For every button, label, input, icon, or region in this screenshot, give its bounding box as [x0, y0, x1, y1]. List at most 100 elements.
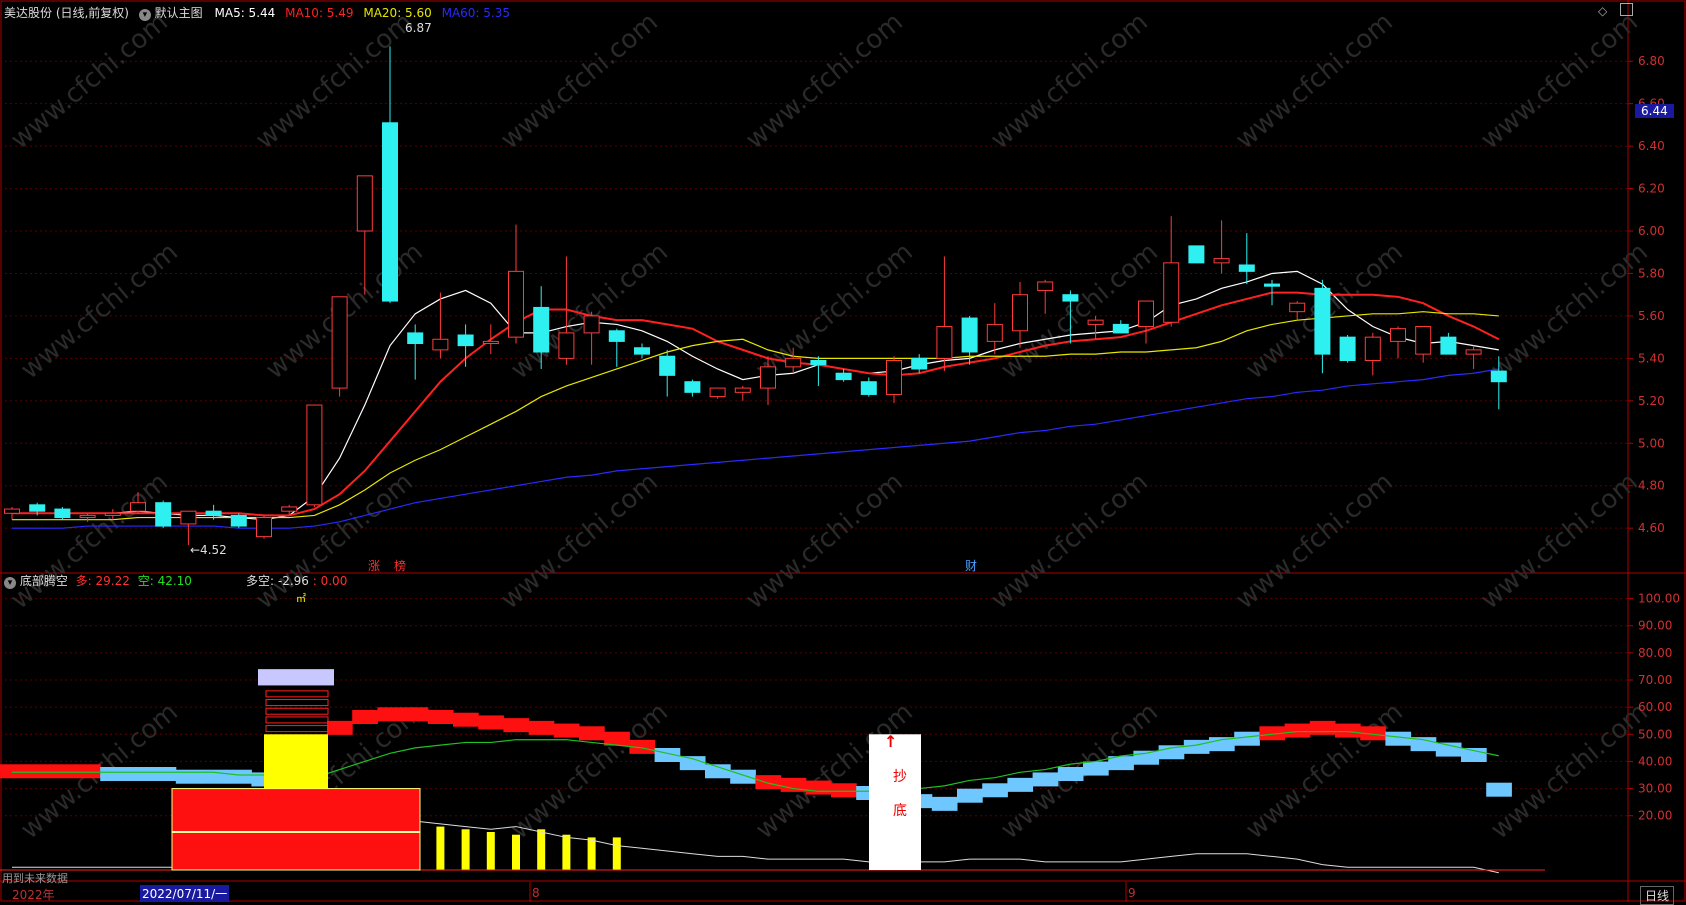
chevron-down-icon[interactable]: ▾ [4, 577, 16, 589]
candle-body[interactable] [1364, 336, 1381, 361]
candle-body[interactable] [1037, 281, 1054, 291]
main-chart-label[interactable]: 默认主图 [155, 6, 203, 20]
candle-body[interactable] [558, 332, 575, 359]
candle-body[interactable] [986, 323, 1003, 342]
ma10-label: MA10: 5.49 [285, 6, 354, 20]
candle-body[interactable] [659, 355, 676, 376]
candle-body[interactable] [356, 175, 373, 232]
yellow-bar [562, 834, 571, 870]
candle-body[interactable] [331, 296, 348, 389]
candle-body[interactable] [734, 387, 751, 393]
candle-body[interactable] [382, 122, 398, 302]
tag-cai: 财 [965, 559, 978, 573]
price-tick-label: 5.20 [1638, 394, 1665, 408]
cursor-date: 2022/07/11/一 [140, 885, 230, 902]
candle-body[interactable] [1138, 300, 1154, 328]
chaodi-label-2: 底 [893, 803, 907, 819]
chart-stage[interactable]: www.cfchi.com www.cfchi.com www.cfchi.com w… [0, 0, 1686, 902]
year-label: 2022年 [12, 888, 55, 902]
lavender-signal-block [258, 669, 334, 686]
yellow-bar [612, 837, 621, 870]
duo-kong-block [831, 783, 857, 798]
duo-kong-block [1486, 782, 1512, 797]
duokong-header: 多空: -2.96 : 0.00 [246, 572, 347, 589]
candle-body[interactable] [1213, 258, 1230, 264]
duo-kong-block [1284, 723, 1311, 738]
current-price-tag: 6.44 [1635, 104, 1674, 118]
candle-body[interactable] [709, 387, 726, 398]
candle-body[interactable] [1163, 262, 1180, 323]
candle-body[interactable] [457, 334, 474, 347]
candle-body[interactable] [407, 332, 424, 345]
candle-body[interactable] [256, 517, 272, 538]
candle-body[interactable] [306, 404, 323, 506]
candle-body[interactable] [79, 514, 96, 519]
candle-body[interactable] [1415, 326, 1432, 355]
price-tick-label: 5.80 [1638, 266, 1665, 280]
candle-body[interactable] [205, 510, 222, 516]
candle-body[interactable] [230, 514, 247, 527]
watermark-text: www.cfchi.com [985, 467, 1154, 615]
candle-body[interactable] [860, 381, 877, 395]
duo-kong-block [453, 712, 479, 727]
candle-body[interactable] [1012, 294, 1028, 332]
duo-kong-block [125, 767, 152, 781]
candle-body[interactable] [583, 315, 600, 334]
duo-kong-block [352, 710, 378, 724]
candle-body[interactable] [281, 506, 298, 512]
candle-body[interactable] [961, 317, 978, 353]
candle-body[interactable] [1087, 319, 1104, 325]
candle-body[interactable] [760, 366, 776, 389]
candle-body[interactable] [608, 330, 625, 342]
period-button[interactable]: 日线 [1640, 886, 1675, 905]
duo-kong-block [553, 723, 580, 738]
candle-body[interactable] [130, 502, 146, 512]
candle-body[interactable] [4, 508, 20, 514]
chevron-down-icon[interactable]: ▾ [138, 9, 151, 21]
duo-kong-block [805, 780, 832, 795]
candle-body[interactable] [155, 502, 172, 527]
duo-kong-block [1057, 767, 1084, 781]
diamond-icon[interactable]: ◇ [1598, 4, 1607, 18]
candle-body[interactable] [1289, 302, 1306, 313]
candle-body[interactable] [886, 359, 902, 395]
candle-body[interactable] [508, 270, 524, 338]
candle-body[interactable] [1314, 287, 1331, 355]
candle-body[interactable] [1440, 336, 1457, 355]
candle-body[interactable] [1188, 245, 1205, 264]
candle-body[interactable] [29, 504, 46, 512]
yellow-bar [587, 837, 596, 870]
candle-body[interactable] [1465, 349, 1482, 355]
duo-kong-block [327, 720, 353, 735]
indicator-tick-label: 70.00 [1638, 673, 1672, 687]
candle-body[interactable] [810, 359, 827, 366]
ma60-line [12, 368, 1499, 529]
tag-zhang: 涨 [368, 559, 381, 573]
duo-kong-block [1183, 739, 1210, 754]
watermark-text: www.cfchi.com [1485, 697, 1654, 845]
yellow-bar [461, 829, 470, 870]
candle-body[interactable] [1390, 328, 1406, 342]
duo-kong-block [100, 767, 126, 781]
candle-body[interactable] [1490, 370, 1507, 383]
candle-body[interactable] [684, 381, 701, 393]
candle-body[interactable] [432, 338, 449, 351]
candle-body[interactable] [104, 512, 121, 516]
candle-body[interactable] [54, 508, 71, 519]
candle-body[interactable] [482, 340, 499, 345]
candle-body[interactable] [180, 510, 197, 525]
candle-body[interactable] [785, 357, 802, 368]
moving-average-lines [12, 270, 1500, 529]
candle-body[interactable] [835, 372, 852, 381]
candle-body[interactable] [1112, 323, 1129, 334]
duo-kong-block [579, 726, 605, 741]
candle-body[interactable] [911, 357, 928, 370]
candle-body[interactable] [1062, 294, 1079, 302]
candle-body[interactable] [1339, 336, 1356, 361]
candle-body[interactable] [1238, 264, 1255, 272]
candle-body[interactable] [936, 326, 953, 359]
candle-body[interactable] [1264, 283, 1280, 287]
restore-icon[interactable] [1620, 3, 1633, 16]
candle-body[interactable] [634, 347, 650, 355]
candle-body[interactable] [533, 306, 550, 353]
